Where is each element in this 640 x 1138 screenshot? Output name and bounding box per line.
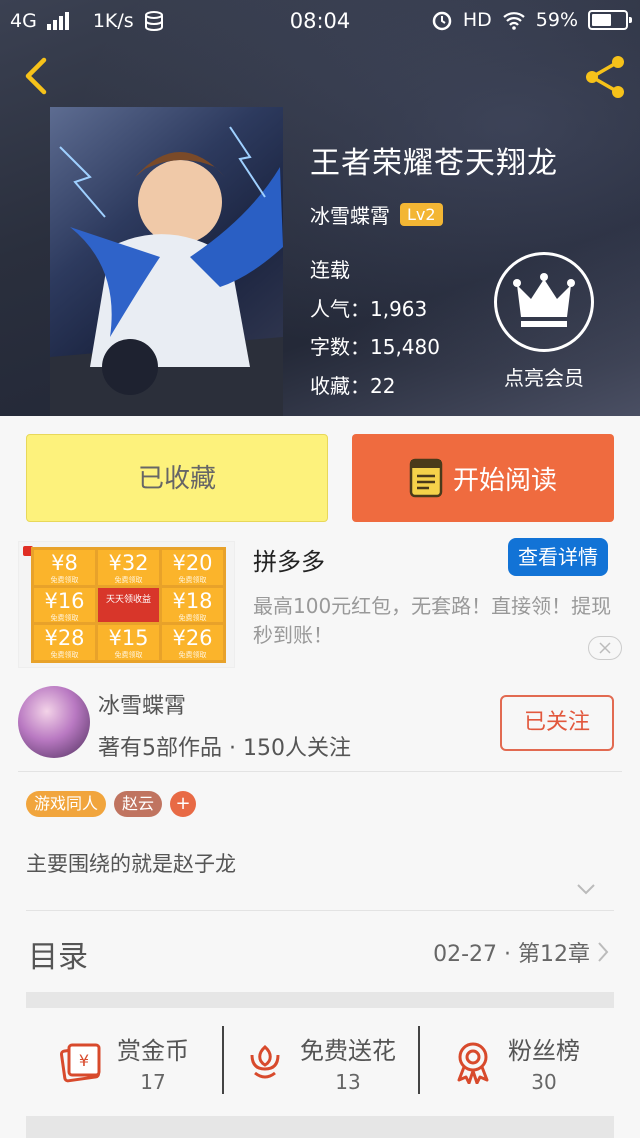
hd-indicator: HD [462, 9, 492, 31]
book-author[interactable]: 冰雪蝶霄 [310, 200, 390, 229]
divider [26, 910, 614, 911]
medal-icon [457, 1042, 489, 1084]
stat-label: 粉丝榜 [508, 1036, 580, 1065]
start-reading-label: 开始阅读 [452, 465, 557, 496]
svg-text:¥: ¥ [79, 1051, 89, 1070]
synopsis-text: 主要围绕的就是赵子龙 [26, 852, 236, 876]
tag-zhao-yun[interactable]: 赵云 [114, 791, 163, 817]
favorited-button[interactable]: 已收藏 [26, 434, 328, 522]
reward-coin-stat[interactable]: ¥ 赏金币 17 [26, 1008, 222, 1116]
support-stats: ¥ 赏金币 17 免费送花 13 粉丝榜 30 [26, 1008, 614, 1116]
section-separator [26, 1116, 614, 1138]
ad-image[interactable]: ¥8 免费领取 ¥32 免费领取 ¥20 免费领取 ¥16 免费领取 天天领收益 ¥18… [18, 541, 235, 668]
book-header: 4G 1K/s 08:04 HD 59% 王者荣耀苍天翔龙 冰雪蝶霄 Lv2 连… [0, 0, 640, 416]
flower-stat[interactable]: 免费送花 13 [222, 1008, 418, 1116]
status-bar: 4G 1K/s 08:04 HD 59% [0, 0, 640, 44]
coupon-cell: ¥15 免费领取 [98, 625, 159, 660]
avatar[interactable] [18, 686, 90, 758]
coupon-cell: ¥16 免费领取 [34, 587, 95, 623]
stat-value: 13 [335, 1069, 361, 1094]
coupon-cell: ¥32 免费领取 [98, 550, 159, 585]
book-title: 王者荣耀苍天翔龙 [310, 146, 558, 181]
stat-label: 免费送花 [300, 1036, 396, 1065]
member-label: 点亮会员 [504, 366, 584, 390]
book-cover-image[interactable] [50, 107, 283, 416]
start-reading-button[interactable]: 开始阅读 [352, 434, 614, 522]
ad-brand: 拼多多 [253, 548, 325, 576]
ad-detail-button[interactable]: 查看详情 [508, 538, 608, 576]
divider [18, 771, 622, 772]
ad-close-icon[interactable] [588, 636, 622, 660]
share-icon[interactable] [580, 52, 630, 102]
table-of-contents-row[interactable]: 目录 02-27 · 第12章 [0, 912, 640, 990]
coupon-cell: ¥26 免费领取 [162, 625, 223, 660]
back-arrow-icon[interactable] [18, 56, 58, 96]
stat-value: 30 [531, 1069, 557, 1094]
expand-chevron-down-icon[interactable] [576, 882, 596, 896]
follow-button[interactable]: 已关注 [500, 695, 614, 751]
crown-icon [494, 252, 594, 352]
alarm-icon [432, 11, 452, 31]
coupon-cell: ¥20 免费领取 [162, 550, 223, 585]
coupon-cell: ¥28 免费领取 [34, 625, 95, 660]
reward-coin-icon: ¥ [59, 1043, 101, 1083]
ad-coupon-grid: ¥8 免费领取 ¥32 免费领取 ¥20 免费领取 ¥16 免费领取 天天领收益 ¥18… [31, 547, 226, 663]
coupon-center-cell: 天天领收益 [98, 587, 159, 623]
author-level-badge: Lv2 [400, 203, 443, 226]
book-icon [409, 458, 443, 498]
tag-game-fanfic[interactable]: 游戏同人 [26, 791, 107, 817]
battery-percent: 59% [535, 9, 578, 31]
add-tag-button[interactable]: + [170, 791, 197, 817]
coupon-cell: ¥8 免费领取 [34, 550, 95, 585]
wifi-icon [503, 12, 525, 30]
toc-title: 目录 [28, 940, 88, 975]
chevron-right-icon [598, 942, 609, 962]
section-separator [26, 992, 614, 1008]
fan-ranking-stat[interactable]: 粉丝榜 30 [418, 1008, 614, 1116]
coupon-cell: ¥18 免费领取 [162, 587, 223, 623]
book-detail-body: 已收藏 开始阅读 ¥8 免费领取 ¥32 免费领取 ¥20 免费领取 ¥16 免费领取 … [0, 416, 640, 1138]
ad-description: 最高100元红包，无套路！直接领！提现秒到账！ [253, 594, 612, 647]
stat-label: 赏金币 [117, 1036, 189, 1065]
author-card[interactable]: 冰雪蝶霄 著有5部作品 · 150人关注 已关注 [0, 678, 640, 774]
author-stats: 著有5部作品 · 150人关注 [98, 736, 351, 761]
stat-value: 17 [140, 1069, 166, 1094]
flower-icon [250, 1045, 280, 1079]
toc-latest-chapter: 02-27 · 第12章 [433, 942, 590, 967]
member-button[interactable]: 点亮会员 [492, 252, 596, 391]
author-name: 冰雪蝶霄 [98, 694, 187, 719]
tag-list: 游戏同人 赵云 + [26, 791, 197, 817]
battery-icon [588, 10, 632, 30]
ad-banner[interactable]: ¥8 免费领取 ¥32 免费领取 ¥20 免费领取 ¥16 免费领取 天天领收益 ¥18… [0, 538, 640, 678]
